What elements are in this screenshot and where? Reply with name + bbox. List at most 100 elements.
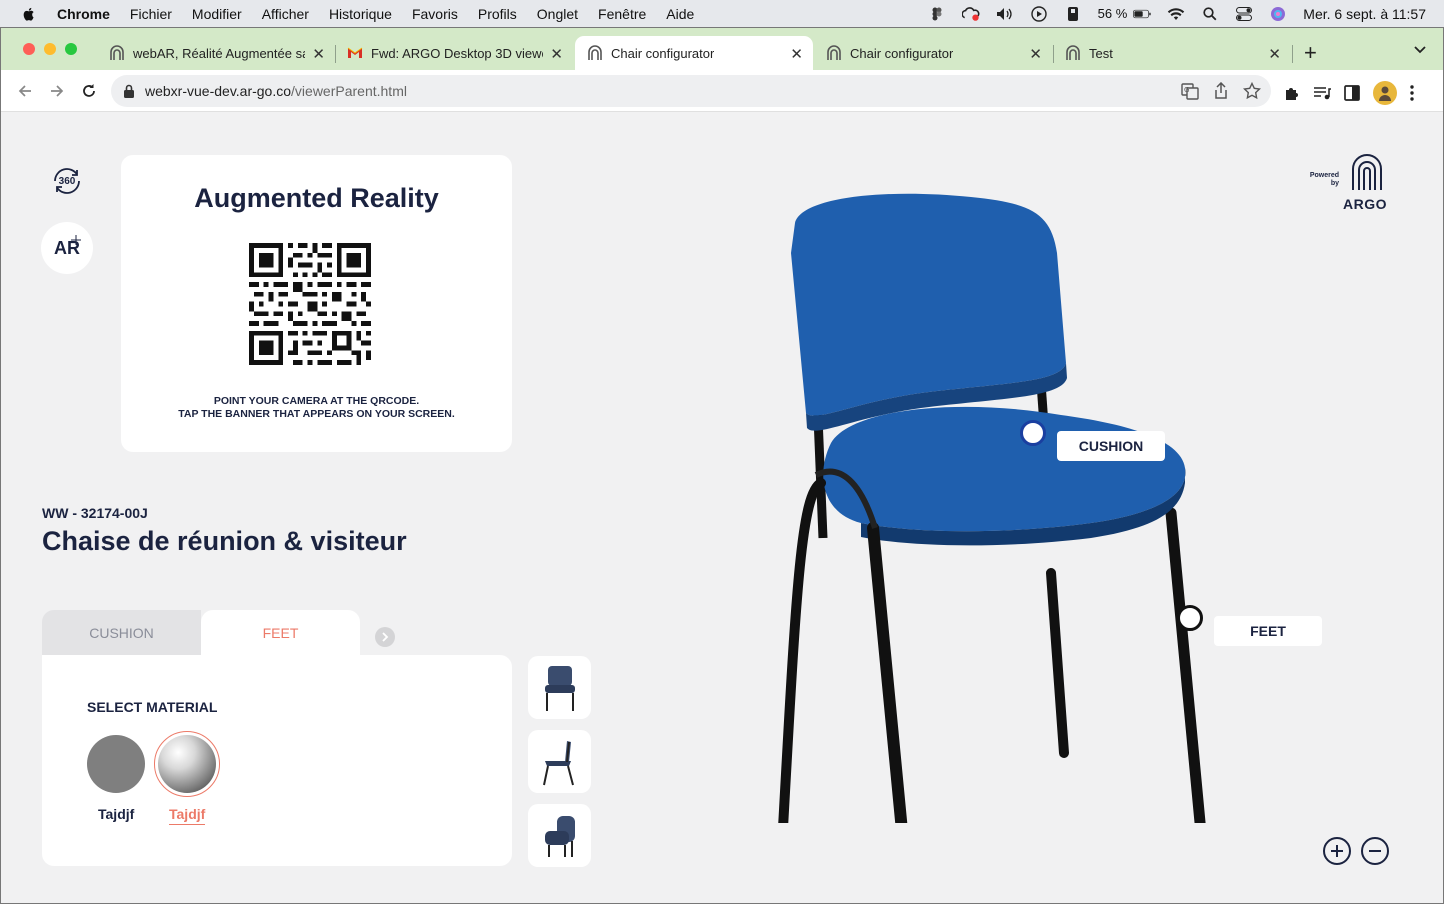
minus-icon xyxy=(1369,850,1381,852)
argo-logo-mark xyxy=(1352,154,1382,190)
close-tab-icon[interactable]: ✕ xyxy=(1029,45,1042,63)
tab-feet[interactable]: FEET xyxy=(201,610,360,655)
chair-seat xyxy=(823,406,1186,532)
menu-fichier[interactable]: Fichier xyxy=(130,6,172,22)
material-swatch[interactable] xyxy=(87,735,145,793)
argo-icon xyxy=(588,45,602,60)
play-icon[interactable] xyxy=(1030,5,1048,22)
zoom-out-button[interactable] xyxy=(1361,837,1389,865)
select-material-title: SELECT MATERIAL xyxy=(87,699,218,715)
view-thumbnail-side[interactable] xyxy=(528,730,591,793)
menu-favoris[interactable]: Favoris xyxy=(412,6,458,22)
usb-icon[interactable] xyxy=(1064,6,1082,21)
media-control-icon[interactable] xyxy=(1313,84,1331,102)
lock-icon[interactable] xyxy=(123,84,135,98)
close-tab-icon[interactable]: ✕ xyxy=(312,45,325,63)
menu-modifier[interactable]: Modifier xyxy=(192,6,242,22)
browser-tab[interactable]: Fwd: ARGO Desktop 3D viewer ✕ xyxy=(335,36,573,70)
control-center-icon[interactable] xyxy=(1235,6,1253,21)
menu-profils[interactable]: Profils xyxy=(478,6,517,22)
chevron-down-icon[interactable] xyxy=(1413,42,1427,56)
figma-icon[interactable] xyxy=(928,7,946,21)
bookmark-star-icon[interactable] xyxy=(1243,82,1261,100)
qr-code[interactable] xyxy=(249,243,371,365)
url-host: webxr-vue-dev.ar-go.co xyxy=(145,83,292,99)
svg-text:G: G xyxy=(1184,86,1189,94)
extensions-puzzle-icon[interactable] xyxy=(1283,84,1301,102)
ar-card-title: Augmented Reality xyxy=(194,183,439,213)
menu-historique[interactable]: Historique xyxy=(329,6,392,22)
wifi-icon[interactable] xyxy=(1167,7,1185,21)
forward-arrow-icon[interactable] xyxy=(47,81,67,101)
side-panel-icon[interactable] xyxy=(1343,84,1361,102)
browser-tab-active[interactable]: Chair configurator ✕ xyxy=(575,36,813,70)
minimize-window-button[interactable] xyxy=(44,43,56,55)
chair-front-leg xyxy=(778,478,826,823)
close-tab-icon[interactable]: ✕ xyxy=(1268,45,1281,63)
plus-icon xyxy=(1331,845,1343,857)
feet-hotspot[interactable] xyxy=(1177,605,1203,631)
tab-title: Test xyxy=(1089,45,1113,61)
menubar-clock[interactable]: Mer. 6 sept. à 11:57 xyxy=(1303,6,1426,22)
close-window-button[interactable] xyxy=(23,43,35,55)
view-thumbnail-front[interactable] xyxy=(528,656,591,719)
menu-onglet[interactable]: Onglet xyxy=(537,6,578,22)
ar-qr-card: Augmented Reality POINT YOUR CAMERA AT T… xyxy=(121,155,512,452)
chair-back-leg xyxy=(1165,507,1206,823)
window-controls xyxy=(23,43,77,55)
tab-title: Fwd: ARGO Desktop 3D viewer xyxy=(371,45,543,61)
gmail-icon xyxy=(347,47,363,58)
tab-title: Chair configurator xyxy=(850,45,954,61)
browser-window: webAR, Réalité Augmentée sar ✕ Fwd: ARGO… xyxy=(0,27,1444,904)
siri-icon[interactable] xyxy=(1269,6,1287,21)
battery-icon[interactable] xyxy=(1133,7,1151,21)
new-tab-icon[interactable]: + xyxy=(1304,40,1317,66)
ar-button[interactable]: AR xyxy=(41,222,93,274)
menu-aide[interactable]: Aide xyxy=(666,6,694,22)
logo-name: ARGO xyxy=(1343,196,1387,212)
browser-tab[interactable]: Chair configurator ✕ xyxy=(814,36,1052,70)
view-thumbnail-back[interactable] xyxy=(528,804,591,867)
browser-tab[interactable]: webAR, Réalité Augmentée sar ✕ xyxy=(97,36,335,70)
chair-3d-model[interactable] xyxy=(761,193,1221,823)
address-bar[interactable]: webxr-vue-dev.ar-go.co/viewerParent.html… xyxy=(111,75,1271,107)
rotate-360-button[interactable]: 360 xyxy=(41,155,93,207)
argo-logo: Powered by ARGO xyxy=(1306,153,1396,212)
creative-cloud-icon[interactable] xyxy=(961,6,980,21)
argo-icon xyxy=(110,45,124,60)
zoom-window-button[interactable] xyxy=(65,43,77,55)
cushion-hotspot[interactable] xyxy=(1020,420,1046,446)
menu-app-name[interactable]: Chrome xyxy=(57,6,110,22)
back-arrow-icon[interactable] xyxy=(15,81,35,101)
more-vert-icon[interactable] xyxy=(1409,84,1415,102)
menu-afficher[interactable]: Afficher xyxy=(262,6,309,22)
browser-tab[interactable]: Test ✕ xyxy=(1053,36,1291,70)
argo-icon xyxy=(827,45,841,60)
translate-icon[interactable]: G xyxy=(1181,82,1199,100)
tab-cushion[interactable]: CUSHION xyxy=(42,610,201,655)
close-tab-icon[interactable]: ✕ xyxy=(790,45,803,63)
product-name: Chaise de réunion & visiteur xyxy=(42,526,407,556)
material-swatch-selected[interactable] xyxy=(158,735,216,793)
ar-instructions: POINT YOUR CAMERA AT THE QRCODE. TAP THE… xyxy=(121,395,512,421)
profile-avatar[interactable] xyxy=(1373,81,1397,105)
next-tab-button[interactable] xyxy=(375,627,395,647)
reload-icon[interactable] xyxy=(79,81,99,101)
close-tab-icon[interactable]: ✕ xyxy=(550,45,563,63)
apple-icon[interactable] xyxy=(21,6,37,22)
zoom-in-button[interactable] xyxy=(1323,837,1351,865)
logo-by-text: by xyxy=(1330,180,1339,187)
share-icon[interactable] xyxy=(1213,82,1229,100)
cushion-hotspot-label[interactable]: CUSHION xyxy=(1057,431,1165,461)
battery-percent: 56 % xyxy=(1097,6,1128,21)
volume-icon[interactable] xyxy=(996,7,1014,21)
ar-plus-icon xyxy=(71,235,81,245)
spotlight-search-icon[interactable] xyxy=(1201,6,1219,21)
chair-back-leg xyxy=(1046,568,1069,758)
material-label-selected: Tajdjf xyxy=(169,806,206,825)
tab-strip: webAR, Réalité Augmentée sar ✕ Fwd: ARGO… xyxy=(1,28,1443,70)
feet-hotspot-label[interactable]: FEET xyxy=(1214,616,1322,646)
chair-front-leg xyxy=(867,522,908,823)
menu-fenetre[interactable]: Fenêtre xyxy=(598,6,646,22)
argo-icon xyxy=(1066,45,1080,60)
